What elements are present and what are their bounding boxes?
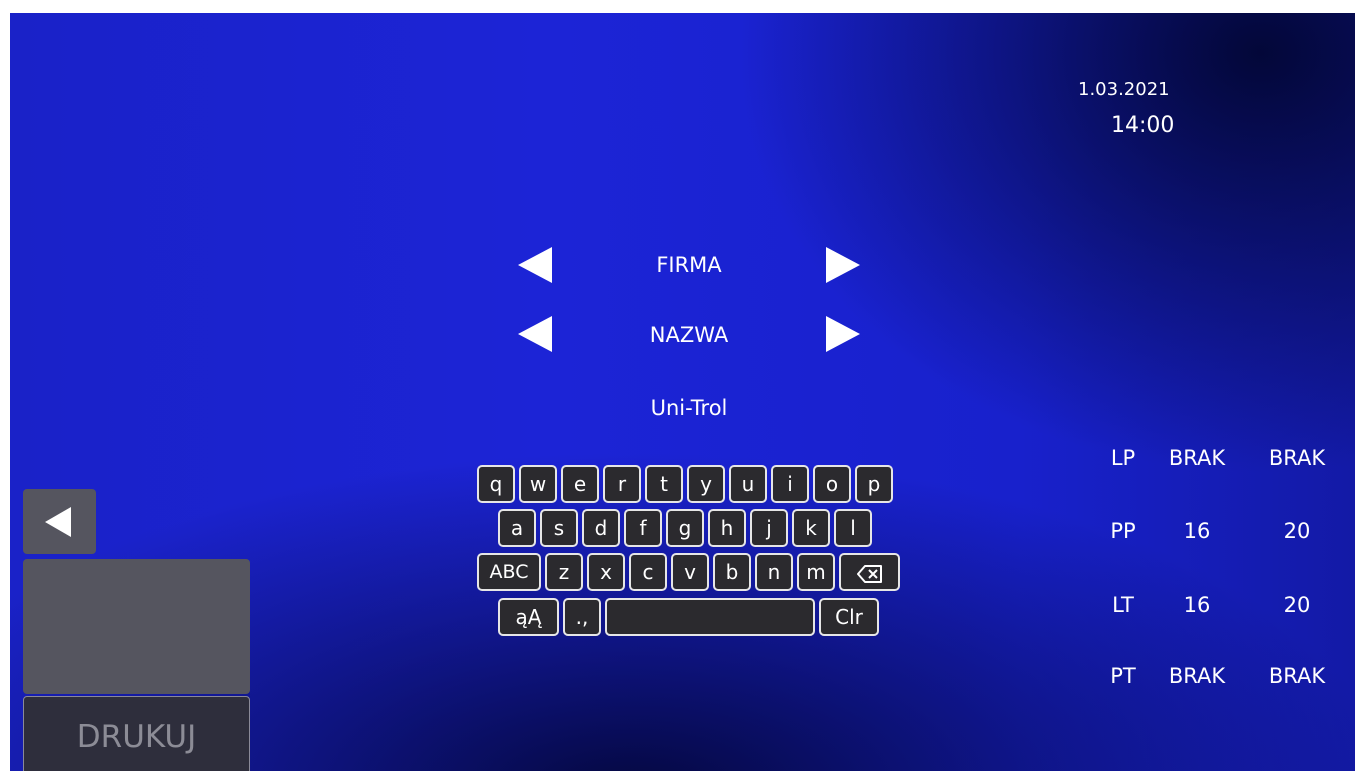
key-r[interactable]: r — [603, 465, 641, 503]
key-s[interactable]: s — [540, 509, 578, 547]
key-d[interactable]: d — [582, 509, 620, 547]
key-k[interactable]: k — [792, 509, 830, 547]
cell-lp-col2: BRAK — [1268, 446, 1326, 470]
cell-pp-col2: 20 — [1283, 519, 1311, 543]
row-label-pp: PP — [1110, 519, 1136, 543]
key-u[interactable]: u — [729, 465, 767, 503]
key-b[interactable]: b — [713, 553, 751, 591]
key-g[interactable]: g — [666, 509, 704, 547]
key-space[interactable] — [605, 598, 815, 636]
cell-pt-col2: BRAK — [1268, 664, 1326, 688]
field-selector-label: FIRMA — [656, 253, 722, 277]
key-punctuation[interactable]: ., — [563, 598, 601, 636]
key-clear[interactable]: Clr — [819, 598, 879, 636]
back-button[interactable] — [23, 489, 96, 554]
preview-panel — [23, 559, 250, 694]
name-prev-arrow-icon[interactable] — [518, 316, 552, 352]
key-y[interactable]: y — [687, 465, 725, 503]
key-shift-abc[interactable]: ABC — [477, 553, 541, 591]
arrow-left-icon — [45, 507, 71, 537]
key-t[interactable]: t — [645, 465, 683, 503]
key-x[interactable]: x — [587, 553, 625, 591]
field-next-arrow-icon[interactable] — [826, 247, 860, 283]
field-prev-arrow-icon[interactable] — [518, 247, 552, 283]
key-l[interactable]: l — [834, 509, 872, 547]
key-c[interactable]: c — [629, 553, 667, 591]
key-n[interactable]: n — [755, 553, 793, 591]
date-display: 1.03.2021 — [1078, 79, 1170, 100]
key-j[interactable]: j — [750, 509, 788, 547]
cell-lt-col1: 16 — [1183, 593, 1211, 617]
key-z[interactable]: z — [545, 553, 583, 591]
key-polish-chars[interactable]: ąĄ — [498, 598, 559, 636]
print-button[interactable]: DRUKUJ — [23, 696, 250, 771]
name-selector-label: NAZWA — [649, 323, 729, 347]
time-display: 14:00 — [1111, 113, 1175, 138]
key-e[interactable]: e — [561, 465, 599, 503]
cell-lp-col1: BRAK — [1168, 446, 1226, 470]
cell-lt-col2: 20 — [1283, 593, 1311, 617]
key-w[interactable]: w — [519, 465, 557, 503]
text-value-field[interactable]: Uni-Trol — [589, 396, 789, 420]
row-label-pt: PT — [1110, 664, 1136, 688]
main-screen: 1.03.2021 14:00 FIRMA NAZWA Uni-Trol q w… — [10, 13, 1355, 771]
backspace-icon — [856, 564, 882, 583]
cell-pt-col1: BRAK — [1168, 664, 1226, 688]
key-o[interactable]: o — [813, 465, 851, 503]
cell-pp-col1: 16 — [1183, 519, 1211, 543]
key-p[interactable]: p — [855, 465, 893, 503]
key-m[interactable]: m — [797, 553, 835, 591]
row-label-lp: LP — [1110, 446, 1136, 470]
key-v[interactable]: v — [671, 553, 709, 591]
key-backspace[interactable] — [839, 553, 900, 591]
name-next-arrow-icon[interactable] — [826, 316, 860, 352]
row-label-lt: LT — [1112, 593, 1134, 617]
key-q[interactable]: q — [477, 465, 515, 503]
key-i[interactable]: i — [771, 465, 809, 503]
key-f[interactable]: f — [624, 509, 662, 547]
key-a[interactable]: a — [498, 509, 536, 547]
key-h[interactable]: h — [708, 509, 746, 547]
